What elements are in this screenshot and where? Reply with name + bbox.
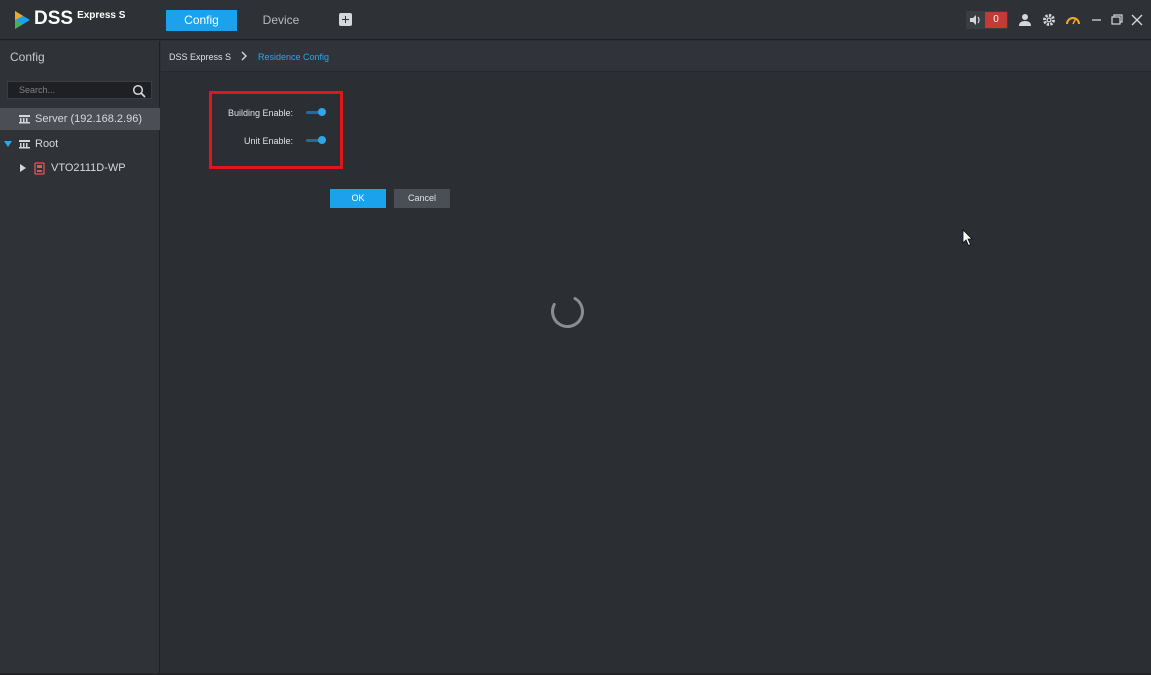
breadcrumb-current: Residence Config [258,52,330,62]
add-tab-icon[interactable] [339,13,352,26]
tab-config[interactable]: Config [166,10,237,31]
minimize-icon[interactable] [1089,12,1105,28]
chevron-right-icon [241,51,247,61]
door-station-icon [34,162,45,175]
breadcrumb-root[interactable]: DSS Express S [169,52,231,62]
logo-subtext: Express S [77,10,126,21]
user-icon[interactable] [1017,12,1033,28]
app-logo: DSS Express S [14,8,125,32]
tree-item-label: Server (192.168.2.96) [35,113,143,125]
search-box[interactable]: Search... [7,81,152,99]
tab-device[interactable]: Device [246,10,316,31]
close-icon[interactable] [1129,12,1145,28]
gear-icon[interactable] [1041,12,1057,28]
dss-logo-icon [15,11,30,29]
tree-item-label: VTO2111D-WP [51,162,126,174]
annotation-highlight-box [209,91,343,169]
logo-text: DSS [34,8,74,29]
server-icon [19,115,30,124]
sidebar-title: Config [10,50,45,64]
tree-item-vto[interactable]: VTO2111D-WP [0,157,160,179]
tree-item-label: Root [35,138,59,150]
building-enable-label: Building Enable: [227,108,293,118]
toggle-knob [318,136,326,144]
org-icon [19,140,30,149]
mouse-cursor-icon [962,229,973,247]
title-bar: DSS Express S Config Device 0 [0,0,1151,40]
unit-enable-toggle[interactable] [306,136,326,145]
tree-item-root[interactable]: Root [0,133,160,155]
breadcrumb: DSS Express S Residence Config [161,41,1151,72]
search-input[interactable]: Search... [19,85,55,95]
building-enable-toggle[interactable] [306,108,326,117]
performance-gauge-icon[interactable] [1065,12,1081,28]
toggle-knob [318,108,326,116]
restore-icon[interactable] [1109,12,1125,28]
cancel-button[interactable]: Cancel [394,189,450,208]
tree-item-server[interactable]: Server (192.168.2.96) [0,108,160,130]
sidebar: Config Search... Server (192.168.2.96) R [0,41,160,675]
expanded-arrow-icon[interactable] [4,141,12,147]
loading-spinner-icon [551,295,584,328]
unit-enable-label: Unit Enable: [243,136,293,146]
ok-button[interactable]: OK [330,189,386,208]
alarm-count-badge[interactable]: 0 [985,12,1007,28]
speaker-icon [970,15,980,25]
collapsed-arrow-icon[interactable] [20,164,26,172]
search-icon[interactable] [132,84,146,98]
